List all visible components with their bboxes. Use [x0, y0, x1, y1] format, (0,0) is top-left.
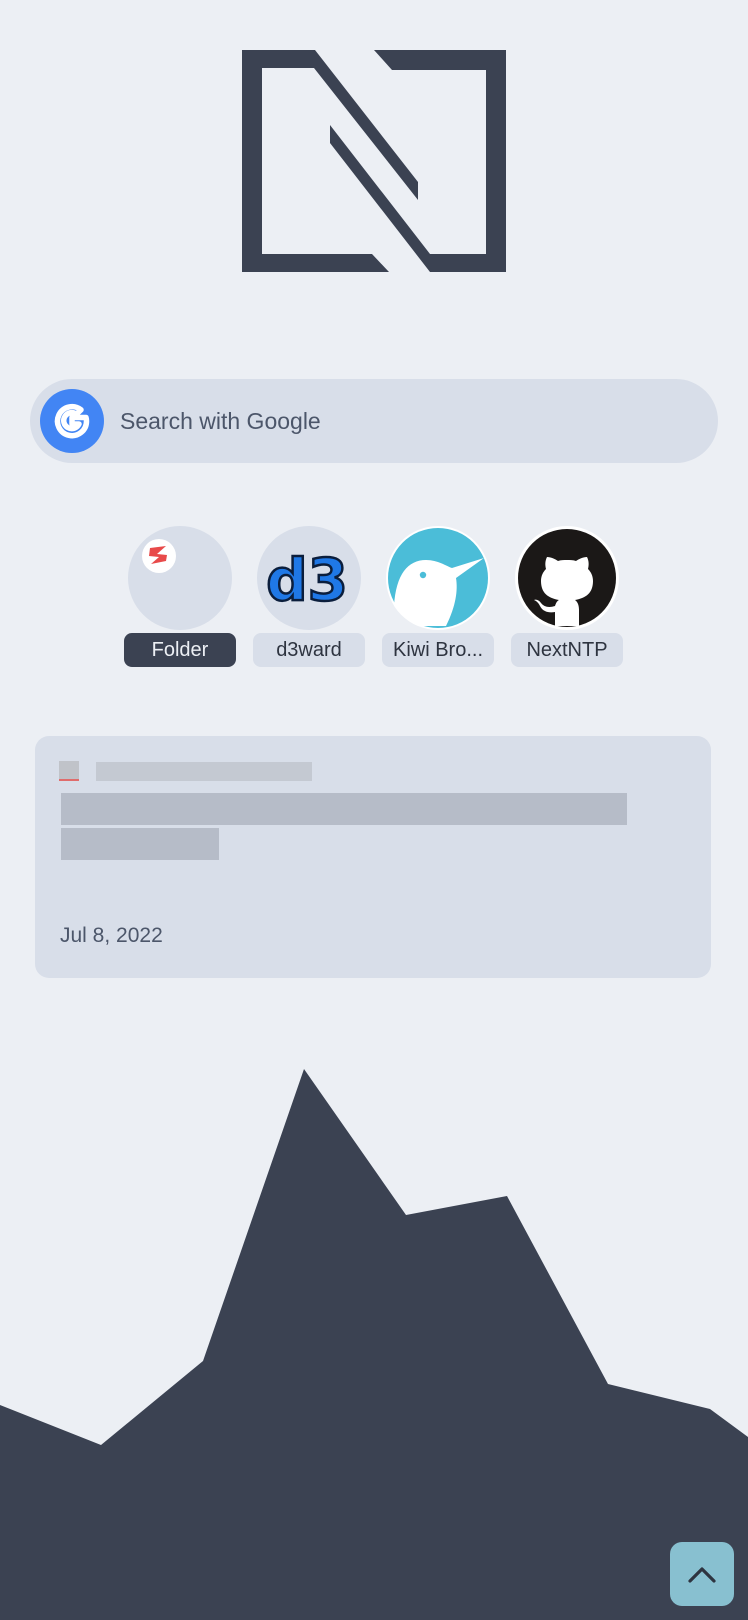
feed-card[interactable]: Jul 8, 2022 — [35, 736, 711, 978]
shortcut-nextntp[interactable]: NextNTP — [511, 526, 623, 668]
shortcut-label: NextNTP — [511, 633, 623, 667]
d3-logo-icon: d3 — [257, 526, 361, 630]
feed-title-redacted — [61, 793, 627, 825]
feed-source-redacted — [96, 762, 312, 781]
shortcut-label: Folder — [124, 633, 236, 667]
kiwi-bird-icon — [386, 526, 490, 630]
svg-text:d3: d3 — [266, 546, 348, 614]
shortcut-label: Kiwi Bro... — [382, 633, 494, 667]
search-input[interactable] — [118, 406, 682, 436]
scroll-to-top-button[interactable] — [670, 1542, 734, 1606]
search-bar[interactable] — [30, 379, 718, 463]
feed-date: Jul 8, 2022 — [60, 924, 163, 947]
google-icon[interactable] — [40, 389, 104, 453]
chevron-up-icon — [688, 1567, 716, 1583]
shortcut-d3ward[interactable]: d3 d3ward — [253, 526, 365, 668]
folder-icon — [128, 526, 232, 630]
shortcut-label: d3ward — [253, 633, 365, 667]
shortcut-folder[interactable]: Folder — [124, 526, 236, 668]
github-icon — [515, 526, 619, 630]
nextntp-logo — [242, 50, 506, 272]
new-tab-page: Folder d3 d3ward Kiwi Bro... — [0, 0, 748, 1620]
shortcuts-row: Folder d3 d3ward Kiwi Bro... NextNTP — [124, 526, 624, 668]
feed-title-redacted — [61, 828, 219, 860]
shortcut-kiwi-browser[interactable]: Kiwi Bro... — [382, 526, 494, 668]
feed-favicon — [59, 761, 79, 781]
